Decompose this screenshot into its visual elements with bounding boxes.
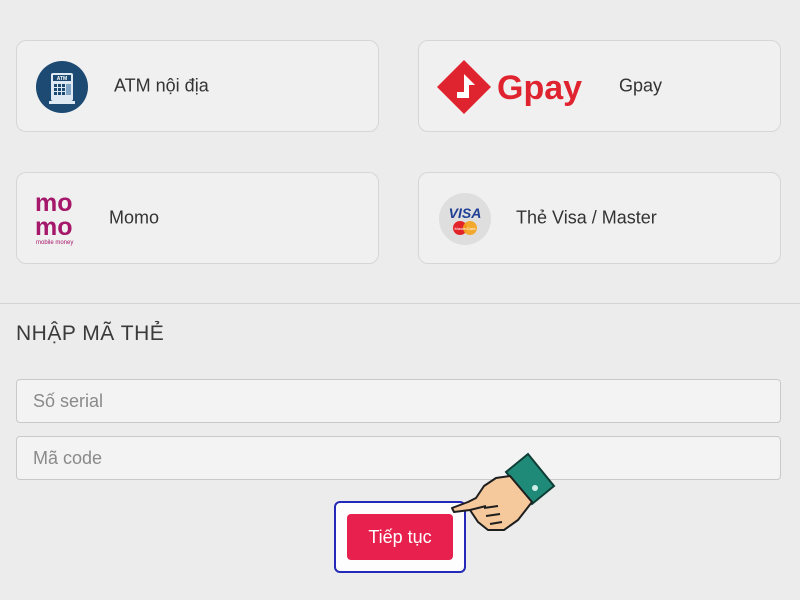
pointing-hand-icon <box>448 450 558 550</box>
svg-text:MasterCard: MasterCard <box>455 226 476 231</box>
payment-option-label: Momo <box>109 207 160 228</box>
payment-option-label: ATM nội địa <box>114 75 209 96</box>
payment-option-label: Gpay <box>619 75 663 96</box>
payment-option-label: Thẻ Visa / Master <box>516 207 657 228</box>
svg-text:VISA: VISA <box>449 205 482 221</box>
section-title: NHẬP MÃ THẺ <box>16 322 165 345</box>
visa-master-icon: VISA MasterCard <box>439 193 491 250</box>
section-divider <box>0 303 800 304</box>
code-input[interactable] <box>16 436 781 480</box>
svg-text:mo: mo <box>35 213 73 241</box>
serial-input[interactable] <box>16 379 781 423</box>
payment-option-visa-master[interactable]: VISA MasterCard Thẻ Visa / Master <box>418 172 781 264</box>
svg-text:ATM: ATM <box>57 76 67 82</box>
payment-option-momo[interactable]: mo mo mobile money Momo <box>16 172 379 264</box>
svg-text:Gpay: Gpay <box>497 69 582 107</box>
atm-icon: ATM <box>36 61 88 118</box>
gpay-logo: Gpay <box>437 60 597 119</box>
momo-logo: mo mo mobile money <box>35 189 87 252</box>
payment-option-gpay[interactable]: Gpay Gpay <box>418 40 781 132</box>
payment-option-atm[interactable]: ATM ATM nội địa <box>16 40 379 132</box>
svg-text:mobile money: mobile money <box>36 240 73 246</box>
continue-button-highlight: Tiếp tục <box>334 501 466 573</box>
continue-button[interactable]: Tiếp tục <box>347 514 453 560</box>
